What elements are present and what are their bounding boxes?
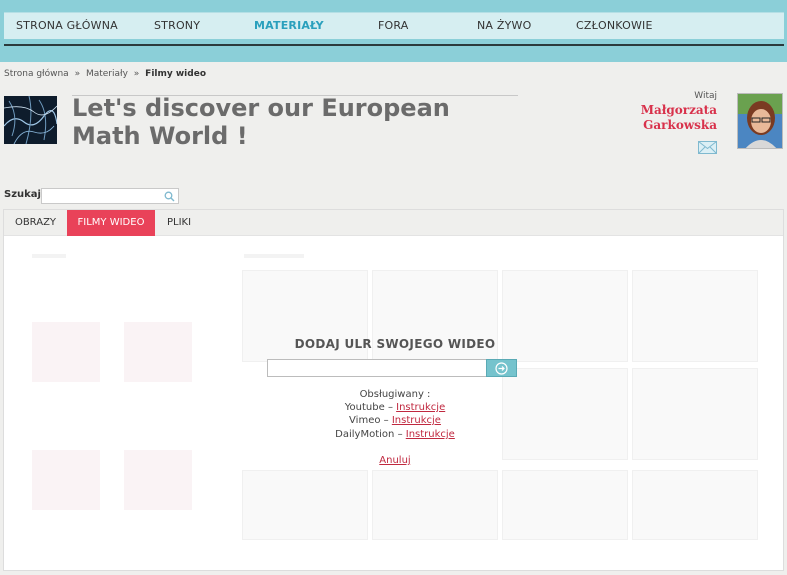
vimeo-instructions-link[interactable]: Instrukcje (392, 415, 441, 426)
cancel-link[interactable]: Anuluj (379, 455, 410, 466)
breadcrumb-separator: » (133, 69, 140, 79)
breadcrumb-separator: » (74, 69, 81, 79)
faded-video-thumb (502, 470, 628, 540)
provider-dash: – (397, 429, 403, 440)
provider-name: Youtube (344, 402, 385, 413)
faded-video-thumb (372, 470, 498, 540)
avatar[interactable] (737, 93, 783, 149)
tab-images[interactable]: OBRAZY (4, 210, 67, 236)
faded-video-thumb (632, 470, 758, 540)
search-label: Szukaj (4, 189, 41, 200)
youtube-instructions-link[interactable]: Instrukcje (396, 402, 445, 413)
faded-heading (32, 254, 66, 258)
provider-name: DailyMotion (335, 429, 395, 440)
provider-vimeo: Vimeo – Instrukcje (240, 414, 550, 428)
dailymotion-instructions-link[interactable]: Instrukcje (406, 429, 455, 440)
add-video-dialog: DODAJ ULR SWOJEGO WIDEO Obsługiwany : Yo… (240, 330, 550, 480)
provider-youtube: Youtube – Instrukcje (240, 401, 550, 415)
group-image (4, 96, 57, 144)
nav-item-materials[interactable]: MATERIAŁY (254, 19, 324, 32)
breadcrumb-current: Filmy wideo (145, 69, 206, 79)
breadcrumb-home[interactable]: Strona główna (4, 69, 69, 79)
supported-label: Obsługiwany : (359, 389, 431, 400)
main-nav: STRONA GŁÓWNA STRONY MATERIAŁY FORA NA Ż… (4, 12, 784, 39)
nav-item-live[interactable]: NA ŻYWO (477, 19, 531, 32)
faded-thumbnail (124, 322, 192, 382)
tab-videos[interactable]: FILMY WIDEO (67, 210, 155, 236)
faded-video-thumb (242, 470, 368, 540)
video-url-input[interactable] (267, 359, 487, 377)
user-last-name[interactable]: Garkowska (607, 118, 717, 133)
faded-video-thumb (632, 270, 758, 362)
user-first-name[interactable]: Małgorzata (607, 103, 717, 118)
nav-item-pages[interactable]: STRONY (154, 19, 200, 32)
faded-video-thumb (632, 368, 758, 460)
provider-dash: – (383, 415, 389, 426)
provider-name: Vimeo (349, 415, 381, 426)
breadcrumb: Strona główna » Materiały » Filmy wideo (4, 69, 209, 79)
welcome-label: Witaj (694, 91, 717, 101)
provider-dailymotion: DailyMotion – Instrukcje (240, 428, 550, 442)
nav-divider (4, 44, 784, 46)
faded-heading (244, 254, 304, 258)
search-icon[interactable] (164, 191, 175, 202)
faded-thumbnail (32, 322, 100, 382)
arrow-right-circle-icon (495, 362, 508, 375)
cancel-row: Anuluj (240, 454, 550, 468)
page-title: Let's discover our European Math World ! (72, 94, 450, 150)
tab-files[interactable]: PLIKI (155, 210, 203, 236)
search-input[interactable] (41, 188, 179, 204)
user-name[interactable]: Małgorzata Garkowska (607, 103, 717, 133)
submit-url-button[interactable] (486, 359, 517, 377)
tab-bar: OBRAZY FILMY WIDEO PLIKI (4, 210, 783, 236)
breadcrumb-materials[interactable]: Materiały (86, 69, 128, 79)
dialog-title: DODAJ ULR SWOJEGO WIDEO (294, 337, 496, 351)
mail-icon[interactable] (698, 139, 717, 154)
provider-dash: – (387, 402, 393, 413)
nav-item-members[interactable]: CZŁONKOWIE (576, 19, 653, 32)
faded-thumbnail (32, 450, 100, 510)
nav-item-home[interactable]: STRONA GŁÓWNA (16, 19, 118, 32)
faded-thumbnail (124, 450, 192, 510)
nav-item-forums[interactable]: FORA (378, 19, 409, 32)
